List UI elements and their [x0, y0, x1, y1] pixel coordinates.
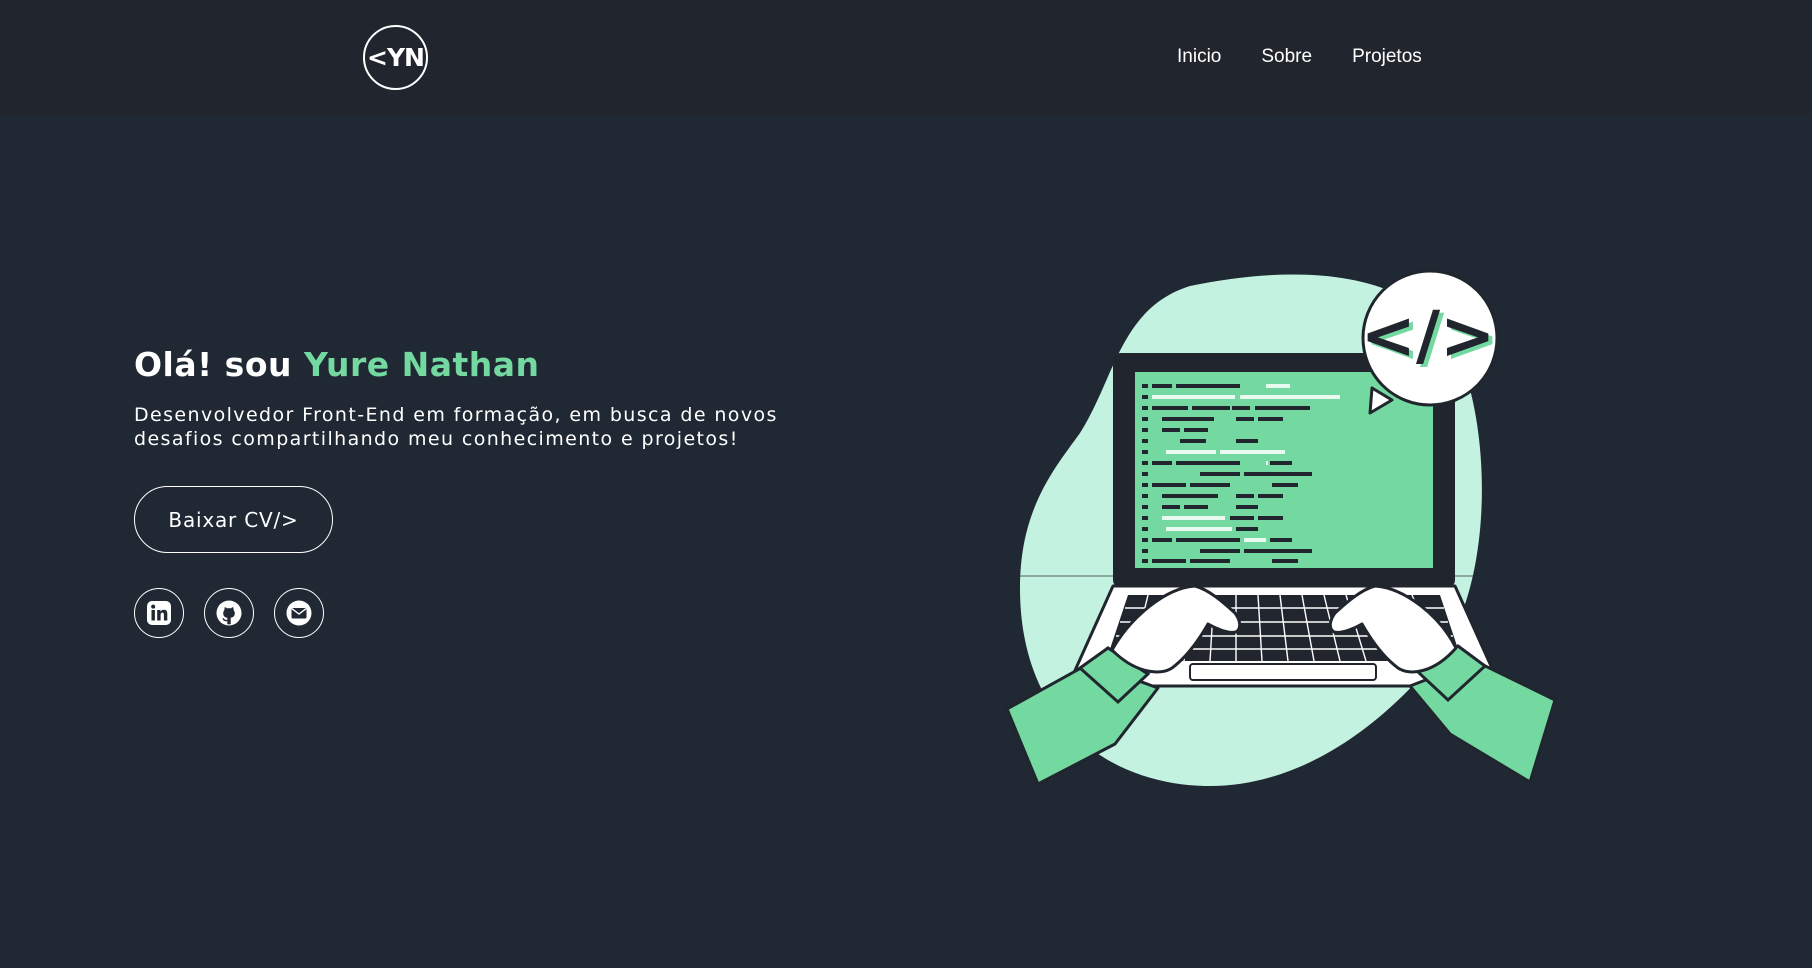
- logo[interactable]: <YN: [363, 25, 428, 90]
- email-icon: [286, 600, 312, 626]
- github-icon: [216, 600, 242, 626]
- linkedin-link[interactable]: [134, 588, 184, 638]
- github-link[interactable]: [204, 588, 254, 638]
- download-cv-button[interactable]: Baixar CV/>: [134, 486, 333, 553]
- hero-subtitle: Desenvolvedor Front-End em formação, em …: [134, 404, 778, 450]
- developer-laptop-illustration: </> </>: [1005, 269, 1557, 787]
- touchpad: [1189, 663, 1377, 681]
- social-links: [134, 588, 344, 638]
- linkedin-icon: [147, 601, 171, 625]
- code-bubble-text: </>: [1361, 297, 1496, 374]
- hero-name: Yure Nathan: [303, 345, 540, 384]
- hero-greeting: Olá! sou: [134, 345, 292, 384]
- nav-link-projetos[interactable]: Projetos: [1352, 44, 1422, 70]
- header: <YN Inicio Sobre Projetos: [0, 0, 1812, 115]
- main-nav: Inicio Sobre Projetos: [1177, 44, 1462, 70]
- email-link[interactable]: [274, 588, 324, 638]
- nav-link-sobre[interactable]: Sobre: [1261, 44, 1312, 70]
- nav-link-inicio[interactable]: Inicio: [1177, 44, 1221, 70]
- hero-title: Olá! sou Yure Nathan: [134, 345, 540, 384]
